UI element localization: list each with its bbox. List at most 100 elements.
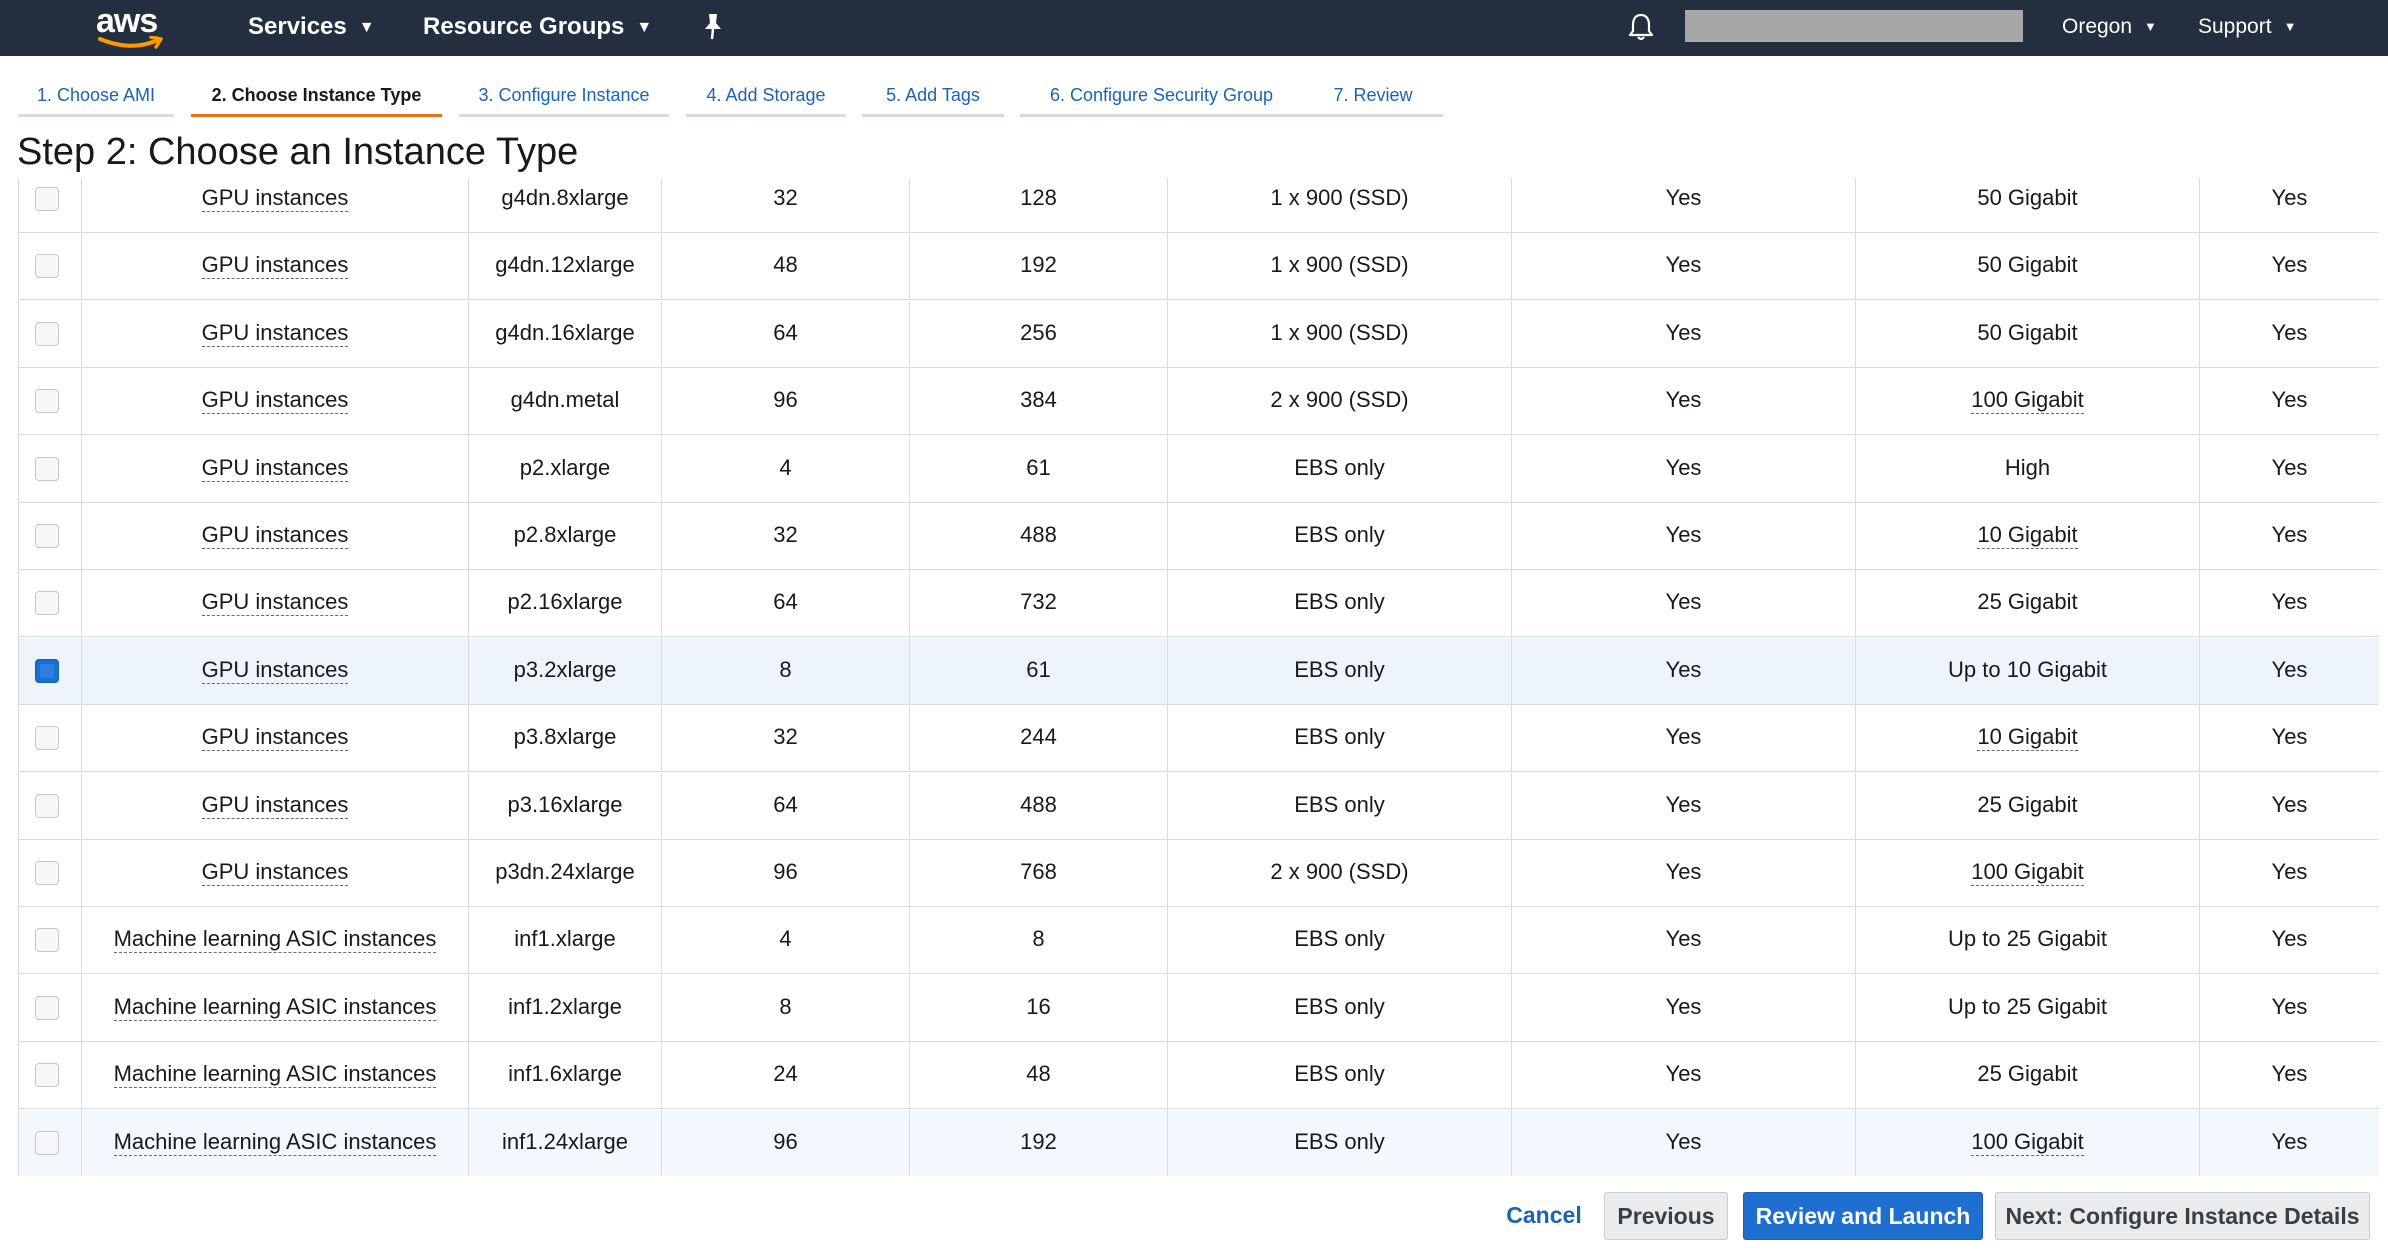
table-row[interactable]: GPU instances p3.8xlarge 32 244 EBS only Yes 1… xyxy=(19,705,2379,772)
family-cell-text[interactable]: Machine learning ASIC instances xyxy=(113,994,437,1021)
resource-groups-menu[interactable]: Resource Groups ▼ xyxy=(423,0,652,56)
tab-review[interactable]: 7. Review xyxy=(1303,78,1443,117)
storage-cell-text: EBS only xyxy=(1294,926,1385,951)
row-select-checkbox[interactable] xyxy=(35,861,59,885)
table-row[interactable]: GPU instances p2.xlarge 4 61 EBS only Yes High… xyxy=(19,436,2379,503)
family-cell-text[interactable]: GPU instances xyxy=(201,657,349,684)
family-cell-text[interactable]: GPU instances xyxy=(201,724,349,751)
table-row[interactable]: GPU instances p3.2xlarge 8 61 EBS only Yes Up … xyxy=(19,638,2379,705)
family-cell-text[interactable]: GPU instances xyxy=(201,455,349,482)
vcpus-cell-text: 96 xyxy=(773,1129,798,1154)
next-configure-instance-details-button[interactable]: Next: Configure Instance Details xyxy=(1995,1192,2370,1240)
type-cell: inf1.xlarge xyxy=(469,907,662,973)
table-row[interactable]: Machine learning ASIC instances inf1.xlar… xyxy=(19,907,2379,974)
table-row[interactable]: GPU instances p3dn.24xlarge 96 768 2 x 900 (… xyxy=(19,840,2379,907)
table-row[interactable]: Machine learning ASIC instances inf1.6xla… xyxy=(19,1042,2379,1109)
row-select-checkbox[interactable] xyxy=(35,591,59,615)
family-cell-text[interactable]: Machine learning ASIC instances xyxy=(113,1061,437,1088)
account-menu[interactable] xyxy=(1685,10,2023,42)
bell-icon[interactable] xyxy=(1626,12,1656,47)
network-cell: 25 Gigabit xyxy=(1856,570,2200,636)
table-row[interactable]: GPU instances p3.16xlarge 64 488 EBS only Yes… xyxy=(19,773,2379,840)
ebs-optimized-cell-text: Yes xyxy=(1665,926,1702,951)
ebs-optimized-cell: Yes xyxy=(1512,1042,1856,1108)
row-select-checkbox[interactable] xyxy=(35,457,59,481)
row-select-checkbox[interactable] xyxy=(35,659,59,683)
ebs-optimized-cell: Yes xyxy=(1512,705,1856,771)
row-select-checkbox[interactable] xyxy=(35,996,59,1020)
chevron-down-icon: ▼ xyxy=(2283,19,2297,35)
family-cell-text[interactable]: GPU instances xyxy=(201,589,349,616)
ebs-optimized-cell: Yes xyxy=(1512,503,1856,569)
pin-icon[interactable] xyxy=(700,12,726,47)
storage-cell-text: EBS only xyxy=(1294,792,1385,817)
vcpus-cell-text: 64 xyxy=(773,320,798,345)
row-select-checkbox[interactable] xyxy=(35,794,59,818)
network-cell-text: 25 Gigabit xyxy=(1977,1061,2078,1086)
table-row[interactable]: Machine learning ASIC instances inf1.24xl… xyxy=(19,1110,2379,1176)
tab-configure-security-group[interactable]: 6. Configure Security Group xyxy=(1020,78,1303,117)
table-row[interactable]: GPU instances g4dn.12xlarge 48 192 1 x 900 (… xyxy=(19,233,2379,300)
type-cell: p3dn.24xlarge xyxy=(469,840,662,906)
family-cell-text[interactable]: GPU instances xyxy=(201,859,349,886)
row-select-checkbox[interactable] xyxy=(35,389,59,413)
row-select-checkbox[interactable] xyxy=(35,726,59,750)
family-cell: GPU instances xyxy=(82,178,469,232)
family-cell-text[interactable]: Machine learning ASIC instances xyxy=(113,926,437,953)
aws-logo[interactable]: aws xyxy=(96,2,168,52)
table-row[interactable]: GPU instances p2.16xlarge 64 732 EBS only Yes… xyxy=(19,570,2379,637)
table-row[interactable]: GPU instances g4dn.metal 96 384 2 x 900 (SSD… xyxy=(19,368,2379,435)
previous-button[interactable]: Previous xyxy=(1604,1192,1728,1240)
ipv6-cell: Yes xyxy=(2200,436,2379,502)
services-menu[interactable]: Services ▼ xyxy=(248,0,375,56)
type-cell-text: p3.16xlarge xyxy=(507,792,623,817)
tab-add-storage[interactable]: 4. Add Storage xyxy=(686,78,846,117)
family-cell-text[interactable]: GPU instances xyxy=(201,320,349,347)
family-cell-text[interactable]: Machine learning ASIC instances xyxy=(113,1129,437,1156)
tab-configure-instance[interactable]: 3. Configure Instance xyxy=(459,78,669,117)
tab-add-tags[interactable]: 5. Add Tags xyxy=(862,78,1004,117)
ebs-optimized-cell: Yes xyxy=(1512,773,1856,839)
family-cell-text[interactable]: GPU instances xyxy=(201,252,349,279)
memory-cell-text: 256 xyxy=(1020,320,1057,345)
memory-cell: 732 xyxy=(910,570,1168,636)
tab-choose-instance-type[interactable]: 2. Choose Instance Type xyxy=(191,78,442,117)
family-cell: GPU instances xyxy=(82,638,469,704)
vcpus-cell: 24 xyxy=(662,1042,910,1108)
select-cell xyxy=(19,1110,82,1176)
support-menu[interactable]: Support ▼ xyxy=(2198,0,2296,56)
row-select-checkbox[interactable] xyxy=(35,322,59,346)
review-and-launch-button[interactable]: Review and Launch xyxy=(1743,1192,1983,1240)
storage-cell-text: EBS only xyxy=(1294,589,1385,614)
family-cell-text[interactable]: GPU instances xyxy=(201,792,349,819)
type-cell-text: g4dn.metal xyxy=(510,387,620,412)
select-cell xyxy=(19,301,82,367)
storage-cell: EBS only xyxy=(1168,570,1512,636)
storage-cell-text: 1 x 900 (SSD) xyxy=(1270,320,1409,345)
table-row[interactable]: GPU instances g4dn.16xlarge 64 256 1 x 900 (… xyxy=(19,301,2379,368)
ipv6-cell-text: Yes xyxy=(2271,252,2308,277)
network-cell: Up to 25 Gigabit xyxy=(1856,907,2200,973)
tab-choose-ami[interactable]: 1. Choose AMI xyxy=(18,78,174,117)
table-row[interactable]: GPU instances p2.8xlarge 32 488 EBS only Yes 1… xyxy=(19,503,2379,570)
family-cell-text[interactable]: GPU instances xyxy=(201,522,349,549)
ebs-optimized-cell: Yes xyxy=(1512,638,1856,704)
support-label: Support xyxy=(2198,15,2272,38)
region-selector[interactable]: Oregon ▼ xyxy=(2062,0,2157,56)
table-row[interactable]: Machine learning ASIC instances inf1.2xla… xyxy=(19,975,2379,1042)
family-cell-text[interactable]: GPU instances xyxy=(201,387,349,414)
type-cell: inf1.2xlarge xyxy=(469,975,662,1041)
row-select-checkbox[interactable] xyxy=(35,187,59,211)
family-cell: GPU instances xyxy=(82,773,469,839)
cancel-button[interactable]: Cancel xyxy=(1496,1192,1592,1240)
storage-cell-text: 1 x 900 (SSD) xyxy=(1270,185,1409,210)
storage-cell-text: 2 x 900 (SSD) xyxy=(1270,859,1409,884)
row-select-checkbox[interactable] xyxy=(35,524,59,548)
row-select-checkbox[interactable] xyxy=(35,1131,59,1155)
network-cell-text: 50 Gigabit xyxy=(1977,185,2078,210)
family-cell-text[interactable]: GPU instances xyxy=(201,185,349,212)
row-select-checkbox[interactable] xyxy=(35,928,59,952)
table-row[interactable]: GPU instances g4dn.8xlarge 32 128 1 x 900 (S… xyxy=(19,178,2379,233)
row-select-checkbox[interactable] xyxy=(35,254,59,278)
row-select-checkbox[interactable] xyxy=(35,1063,59,1087)
